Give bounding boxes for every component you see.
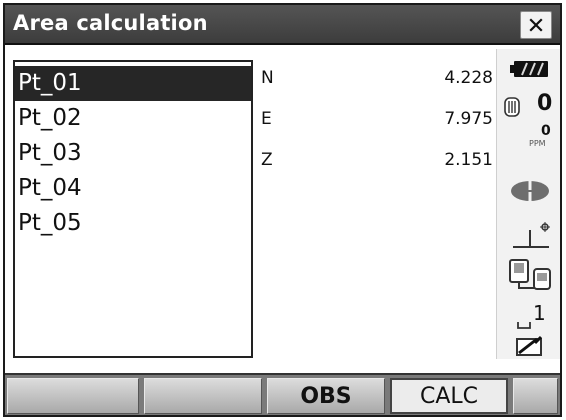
softkey-f2[interactable]	[144, 378, 262, 414]
ppm-unit: PPM	[529, 139, 546, 148]
point-label: Pt_02	[18, 105, 82, 131]
obs-softkey[interactable]: OBS	[267, 378, 385, 414]
list-item-pt-02[interactable]: Pt_02	[15, 101, 251, 136]
list-item-pt-05[interactable]: Pt_05	[15, 206, 251, 241]
close-icon	[529, 18, 543, 32]
point-list[interactable]: Pt_01 Pt_02 Pt_03 Pt_04 Pt_05	[13, 60, 253, 358]
input-mode-value: 1	[533, 301, 546, 325]
prism-icon	[504, 97, 520, 117]
softkey-f1[interactable]	[7, 378, 139, 414]
coordinate-n-label: N	[261, 68, 274, 88]
coordinate-z-row: Z 2.151	[261, 150, 493, 180]
calc-label: CALC	[419, 383, 479, 409]
laser-icon	[511, 181, 549, 201]
battery-icon	[510, 61, 548, 77]
point-label: Pt_01	[18, 70, 82, 96]
list-item-pt-04[interactable]: Pt_04	[15, 171, 251, 206]
point-list-items: Pt_01 Pt_02 Pt_03 Pt_04 Pt_05	[15, 66, 251, 241]
coordinate-z-value: 2.151	[444, 150, 493, 170]
coordinate-z-label: Z	[261, 150, 273, 170]
coordinate-e-value: 7.975	[444, 109, 493, 129]
communication-icon	[509, 259, 551, 290]
point-label: Pt_05	[18, 210, 82, 236]
point-label: Pt_03	[18, 140, 82, 166]
list-item-pt-03[interactable]: Pt_03	[15, 136, 251, 171]
close-button[interactable]	[520, 11, 552, 39]
prism-constant: 0	[537, 91, 553, 116]
softkey-f5[interactable]	[513, 378, 558, 414]
status-column: 0 0 PPM 1	[496, 49, 560, 359]
coordinate-e-row: E 7.975	[261, 109, 493, 139]
window-title: Area calculation	[13, 11, 208, 35]
coordinate-n-row: N 4.228	[261, 68, 493, 98]
memory-card-icon	[516, 335, 543, 356]
calc-softkey[interactable]: CALC	[390, 378, 508, 414]
ppm-value: 0	[541, 123, 551, 139]
coordinate-n-value: 4.228	[444, 68, 493, 88]
area-calculation-screen: Area calculation Pt_01 Pt_02 Pt_03 Pt_04…	[3, 3, 562, 417]
tilt-icon	[513, 222, 550, 248]
title-bar: Area calculation	[5, 5, 560, 45]
input-mode-icon	[517, 322, 531, 329]
coordinate-e-label: E	[261, 109, 272, 129]
obs-label: OBS	[300, 383, 352, 409]
point-label: Pt_04	[18, 175, 82, 201]
softkey-bar: OBS CALC	[5, 373, 560, 415]
list-item-pt-01[interactable]: Pt_01	[15, 66, 251, 101]
